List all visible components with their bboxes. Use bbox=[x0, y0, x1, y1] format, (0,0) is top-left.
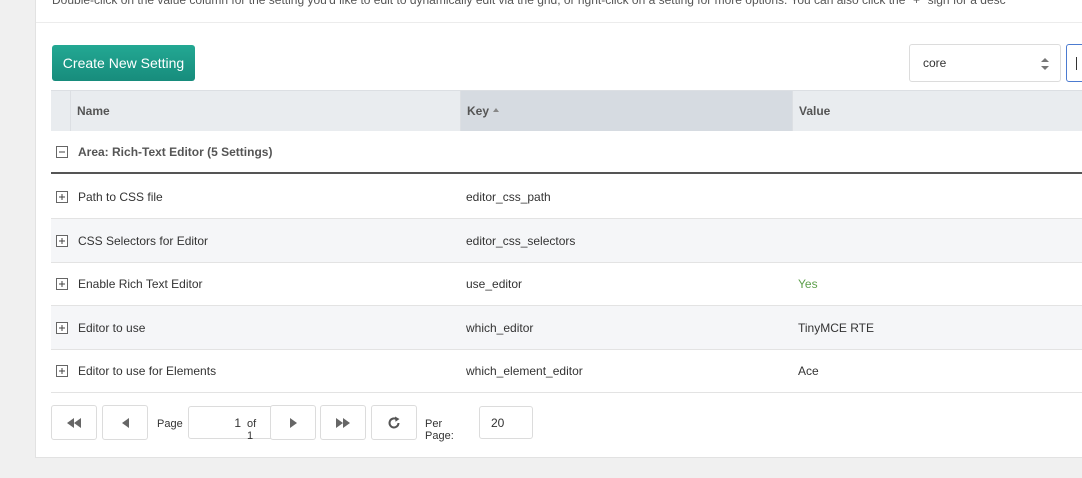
setting-key: which_editor bbox=[466, 321, 534, 335]
grid-header: Name Key Value bbox=[51, 90, 1082, 131]
setting-key: editor_css_selectors bbox=[466, 234, 576, 248]
group-label: Area: Rich-Text Editor (5 Settings) bbox=[78, 145, 273, 159]
table-row[interactable]: Editor to use for Elements which_element… bbox=[51, 349, 1082, 393]
table-row[interactable]: Path to CSS file editor_css_path bbox=[51, 175, 1082, 219]
expand-icon[interactable] bbox=[56, 235, 68, 247]
per-page-input[interactable]: 20 bbox=[479, 406, 533, 439]
expand-icon[interactable] bbox=[56, 365, 68, 377]
column-header-key[interactable]: Key bbox=[460, 91, 793, 131]
select-arrows-icon bbox=[1041, 58, 1049, 70]
setting-name: Editor to use for Elements bbox=[78, 364, 217, 378]
setting-value[interactable]: Ace bbox=[798, 364, 819, 378]
first-page-button[interactable] bbox=[51, 405, 97, 440]
table-row[interactable]: Editor to use which_editor TinyMCE RTE bbox=[51, 306, 1082, 350]
collapse-icon[interactable] bbox=[56, 146, 68, 158]
expand-icon[interactable] bbox=[56, 191, 68, 203]
last-page-icon bbox=[336, 417, 350, 428]
page-label: Page bbox=[157, 418, 183, 430]
area-select[interactable] bbox=[1066, 44, 1082, 82]
column-header-key-label: Key bbox=[467, 104, 490, 118]
column-header-name[interactable]: Name bbox=[71, 91, 463, 131]
refresh-button[interactable] bbox=[371, 405, 417, 440]
setting-name: CSS Selectors for Editor bbox=[78, 234, 209, 248]
instructions-text: Double-click on the value column for the… bbox=[52, 0, 1006, 7]
previous-page-button[interactable] bbox=[102, 405, 148, 440]
last-page-button[interactable] bbox=[320, 405, 366, 440]
column-header-name-label: Name bbox=[77, 104, 110, 118]
column-header-value[interactable]: Value bbox=[793, 91, 1082, 131]
create-new-setting-button[interactable]: Create New Setting bbox=[52, 45, 195, 81]
per-page-value: 20 bbox=[491, 415, 505, 430]
header-expander-column bbox=[51, 91, 71, 131]
setting-name: Editor to use bbox=[78, 321, 146, 335]
divider bbox=[36, 22, 1082, 23]
expand-icon[interactable] bbox=[56, 322, 68, 334]
setting-value[interactable]: Yes bbox=[798, 277, 818, 291]
text-caret bbox=[1076, 57, 1077, 70]
expand-icon[interactable] bbox=[56, 278, 68, 290]
table-row[interactable]: CSS Selectors for Editor editor_css_sele… bbox=[51, 219, 1082, 263]
setting-key: editor_css_path bbox=[466, 190, 551, 204]
refresh-icon bbox=[388, 416, 400, 428]
page-number-value: 1 bbox=[234, 415, 241, 430]
setting-value[interactable]: TinyMCE RTE bbox=[798, 321, 874, 335]
per-page-label: Per Page: bbox=[425, 418, 454, 442]
first-page-icon bbox=[67, 417, 81, 428]
sort-ascending-icon bbox=[493, 108, 500, 112]
next-page-button[interactable] bbox=[270, 405, 316, 440]
group-row-rich-text-editor[interactable]: Area: Rich-Text Editor (5 Settings) bbox=[51, 131, 1082, 174]
setting-key: which_element_editor bbox=[466, 364, 583, 378]
previous-page-icon bbox=[121, 417, 129, 428]
setting-name: Path to CSS file bbox=[78, 190, 163, 204]
setting-name: Enable Rich Text Editor bbox=[78, 277, 203, 291]
page-count-label: of 1 bbox=[247, 418, 257, 442]
next-page-icon bbox=[289, 417, 297, 428]
table-row[interactable]: Enable Rich Text Editor use_editor Yes bbox=[51, 262, 1082, 306]
setting-key: use_editor bbox=[466, 277, 523, 291]
column-header-value-label: Value bbox=[799, 104, 831, 118]
namespace-select[interactable]: core bbox=[909, 44, 1061, 82]
namespace-select-value: core bbox=[923, 56, 947, 70]
